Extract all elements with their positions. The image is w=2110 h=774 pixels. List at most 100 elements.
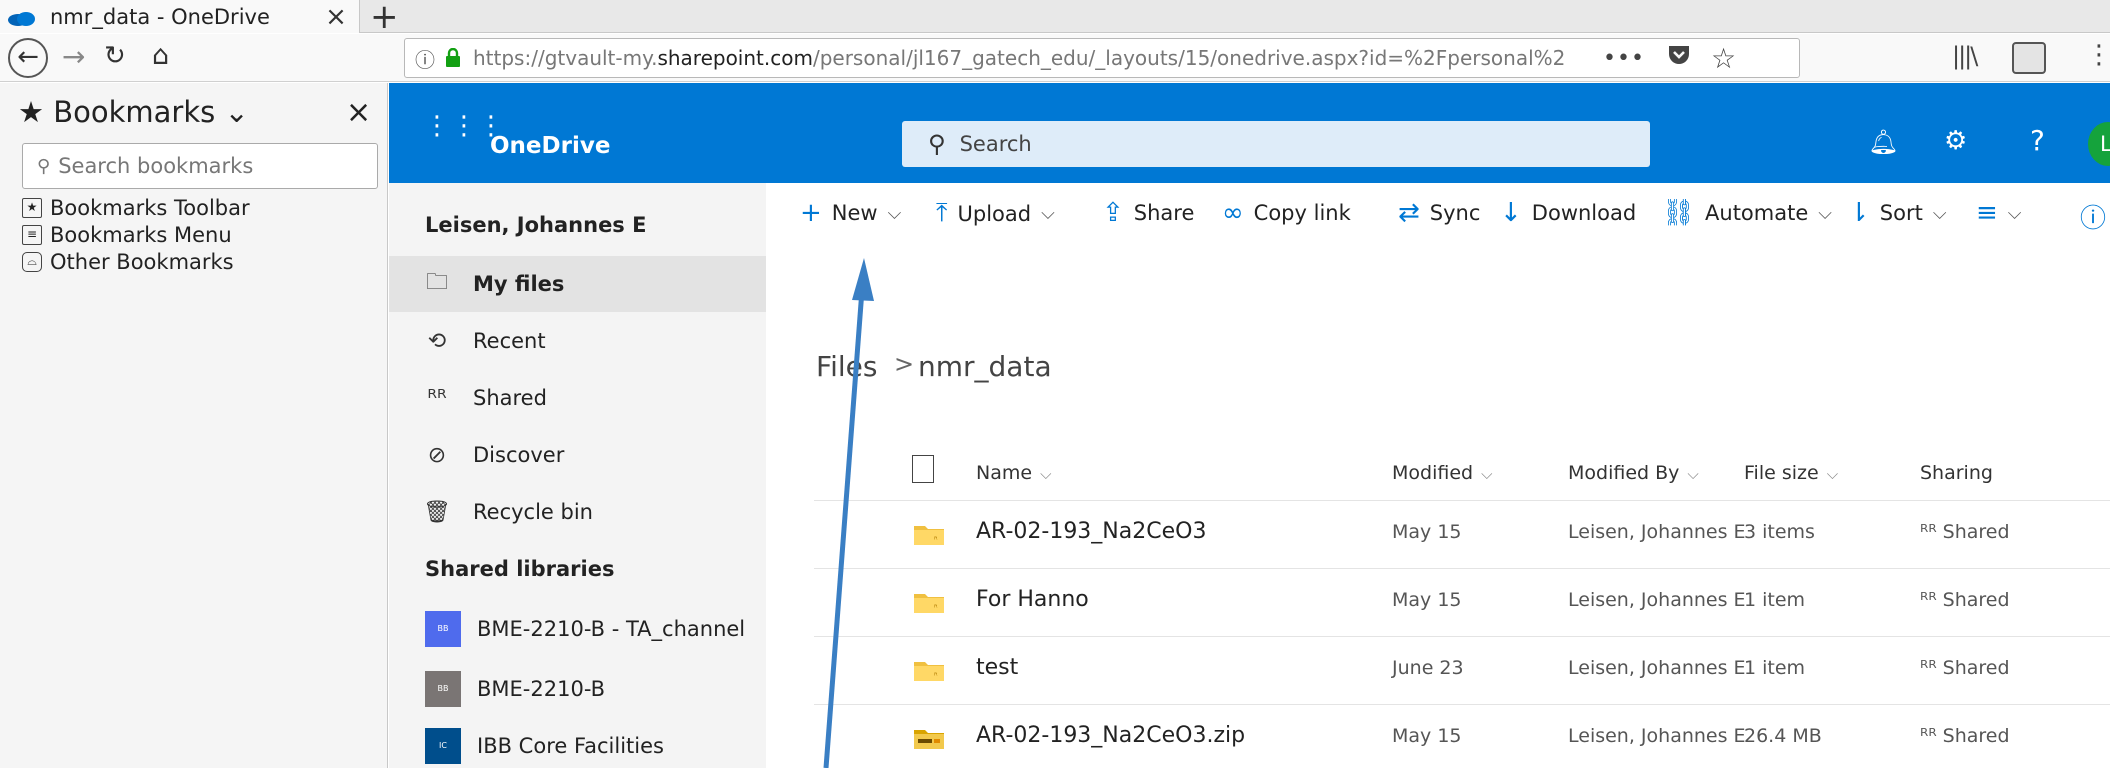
- help-icon[interactable]: ?: [2030, 124, 2045, 157]
- sharing-label: Shared: [1942, 521, 2010, 543]
- file-name[interactable]: AR-02-193_Na2CeO3.zip: [976, 723, 1245, 748]
- sharing-label: Shared: [1942, 589, 2010, 611]
- library-icon[interactable]: |||\: [1952, 42, 1978, 70]
- bookmarks-menu-item[interactable]: ≡ Bookmarks Menu: [22, 223, 232, 247]
- people-icon: ᴿᴿ: [1920, 657, 1943, 679]
- file-name[interactable]: AR-02-193_Na2CeO3: [976, 519, 1206, 544]
- file-modified-by: Leisen, Johannes E: [1568, 657, 1746, 679]
- other-bookmarks-item[interactable]: ⌓ Other Bookmarks: [22, 250, 234, 274]
- library-badge: BB: [425, 611, 461, 647]
- menu-icon[interactable]: ⋮: [2086, 40, 2110, 70]
- onedrive-search-input[interactable]: ⚲ Search: [902, 121, 1650, 167]
- forward-button[interactable]: →: [62, 40, 85, 73]
- sync-button[interactable]: ⇄ Sync: [1398, 198, 1480, 228]
- column-header-name[interactable]: Name ⌵: [976, 462, 1051, 484]
- plus-icon: +: [800, 198, 822, 228]
- sidebar-toggle-icon[interactable]: [2012, 42, 2046, 74]
- notifications-bell-icon[interactable]: 🔔︎: [1868, 128, 1898, 156]
- view-list-icon: ≡: [1976, 198, 1998, 228]
- sharing-status[interactable]: ᴿᴿ Shared: [1920, 589, 2010, 611]
- view-options-button[interactable]: ≡ ⌵: [1976, 198, 2021, 228]
- column-header-label: Sharing: [1920, 462, 1993, 484]
- nav-item-discover[interactable]: ⊘ Discover: [389, 427, 766, 483]
- file-modified-by: Leisen, Johannes E: [1568, 725, 1746, 747]
- url-domain: sharepoint.com: [657, 46, 813, 70]
- bookmark-folder-label: Bookmarks Toolbar: [50, 196, 250, 220]
- svg-text:ᴿ: ᴿ: [934, 535, 938, 544]
- recycle-bin-icon: 🗑︎: [423, 499, 451, 525]
- sharing-status[interactable]: ᴿᴿ Shared: [1920, 657, 2010, 679]
- automate-button[interactable]: ⛓ Automate ⌵: [1662, 198, 1832, 228]
- table-row[interactable]: ᴿ For Hanno May 15 Leisen, Johannes E 1 …: [814, 568, 2110, 636]
- column-header-file-size[interactable]: File size ⌵: [1744, 462, 1838, 484]
- new-button[interactable]: + New ⌵: [800, 198, 901, 228]
- column-header-label: Modified By: [1568, 462, 1680, 484]
- bookmarks-search-input[interactable]: ⚲ Search bookmarks: [22, 143, 378, 189]
- tab-close-icon[interactable]: ×: [321, 2, 351, 32]
- column-header-modified[interactable]: Modified ⌵: [1392, 462, 1492, 484]
- upload-button[interactable]: ⤒ Upload ⌵: [936, 198, 1055, 229]
- nav-label: Discover: [473, 443, 565, 467]
- chevron-down-icon: ⌵: [2007, 202, 2022, 224]
- library-item[interactable]: BB BME-2210-B: [389, 661, 766, 717]
- sharing-label: Shared: [1942, 657, 2010, 679]
- chevron-down-icon: ⌵: [1818, 202, 1832, 224]
- bookmarks-toolbar-item[interactable]: ★ Bookmarks Toolbar: [22, 196, 250, 220]
- download-button[interactable]: ↓ Download: [1500, 198, 1636, 228]
- library-item[interactable]: BB BME-2210-B - TA_channel: [389, 601, 766, 657]
- tray-icon: ⌓: [22, 252, 42, 272]
- nav-item-recycle-bin[interactable]: 🗑︎ Recycle bin: [389, 484, 766, 540]
- column-header-label: File size: [1744, 462, 1819, 484]
- back-button[interactable]: ←: [8, 38, 48, 78]
- site-info-icon[interactable]: ⓘ: [415, 44, 435, 73]
- bookmarks-title[interactable]: ★ Bookmarks ⌄: [18, 95, 249, 129]
- list-box-icon: ≡: [22, 225, 42, 245]
- breadcrumb-separator: >: [894, 350, 915, 378]
- close-sidebar-icon[interactable]: ×: [346, 95, 371, 130]
- share-button[interactable]: ⇪ Share: [1102, 198, 1194, 228]
- nav-item-my-files[interactable]: 🗀 My files: [389, 256, 766, 312]
- details-pane-button[interactable]: ⓘ: [2080, 198, 2110, 235]
- info-icon: ⓘ: [2080, 204, 2107, 234]
- chevron-down-icon: ⌵: [1826, 465, 1839, 483]
- sort-button[interactable]: ⇂ Sort ⌵: [1848, 198, 1947, 228]
- share-icon: ⇪: [1102, 198, 1124, 228]
- app-launcher-icon[interactable]: ⋮⋮⋮: [424, 113, 505, 139]
- copy-link-label: Copy link: [1253, 201, 1351, 225]
- home-button[interactable]: ⌂: [152, 40, 169, 71]
- new-tab-button[interactable]: +: [370, 0, 399, 37]
- sharing-status[interactable]: ᴿᴿ Shared: [1920, 725, 2010, 747]
- settings-gear-icon[interactable]: ⚙: [1944, 126, 1967, 156]
- library-item[interactable]: IC IBB Core Facilities: [389, 718, 766, 774]
- file-name[interactable]: test: [976, 655, 1018, 680]
- chevron-down-icon: ⌵: [887, 202, 902, 224]
- chevron-down-icon: ⌵: [1932, 202, 1947, 224]
- zip-file-icon: [914, 727, 944, 749]
- address-bar[interactable]: ⓘ https://gtvault-my.sharepoint.com/pers…: [404, 38, 1800, 78]
- nav-item-shared[interactable]: ᴿᴿ Shared: [389, 370, 766, 426]
- file-size: 1 item: [1744, 657, 1806, 679]
- svg-text:ᴿ: ᴿ: [934, 603, 938, 612]
- onedrive-brand[interactable]: OneDrive: [490, 133, 610, 159]
- file-name[interactable]: For Hanno: [976, 587, 1089, 612]
- sharing-status[interactable]: ᴿᴿ Shared: [1920, 521, 2010, 543]
- table-row[interactable]: ᴿ AR-02-193_Na2CeO3 May 15 Leisen, Johan…: [814, 500, 2110, 568]
- tab-strip: nmr_data - OneDrive × +: [0, 0, 2110, 37]
- reload-button[interactable]: ↻: [104, 41, 126, 71]
- chevron-down-icon: ⌵: [1481, 465, 1493, 483]
- file-type-icon[interactable]: [912, 455, 934, 483]
- table-row[interactable]: ᴿ test June 23 Leisen, Johannes E 1 item…: [814, 636, 2110, 704]
- table-row[interactable]: AR-02-193_Na2CeO3.zip May 15 Leisen, Joh…: [814, 704, 2110, 772]
- column-header-sharing[interactable]: Sharing: [1920, 462, 1993, 484]
- automate-icon: ⛓: [1662, 198, 1696, 228]
- nav-item-recent[interactable]: ⟲ Recent: [389, 313, 766, 369]
- bookmark-star-icon[interactable]: ☆: [1711, 42, 1736, 75]
- column-header-label: Name: [976, 462, 1033, 484]
- pocket-icon[interactable]: [1667, 44, 1691, 72]
- breadcrumb-root[interactable]: Files: [816, 350, 877, 383]
- page-actions-icon[interactable]: •••: [1603, 46, 1645, 71]
- column-header-modified-by[interactable]: Modified By ⌵: [1568, 462, 1699, 484]
- chevron-down-icon: ⌵: [1041, 203, 1055, 224]
- copy-link-button[interactable]: ∞ Copy link: [1222, 198, 1351, 228]
- browser-tab[interactable]: nmr_data - OneDrive ×: [0, 0, 360, 33]
